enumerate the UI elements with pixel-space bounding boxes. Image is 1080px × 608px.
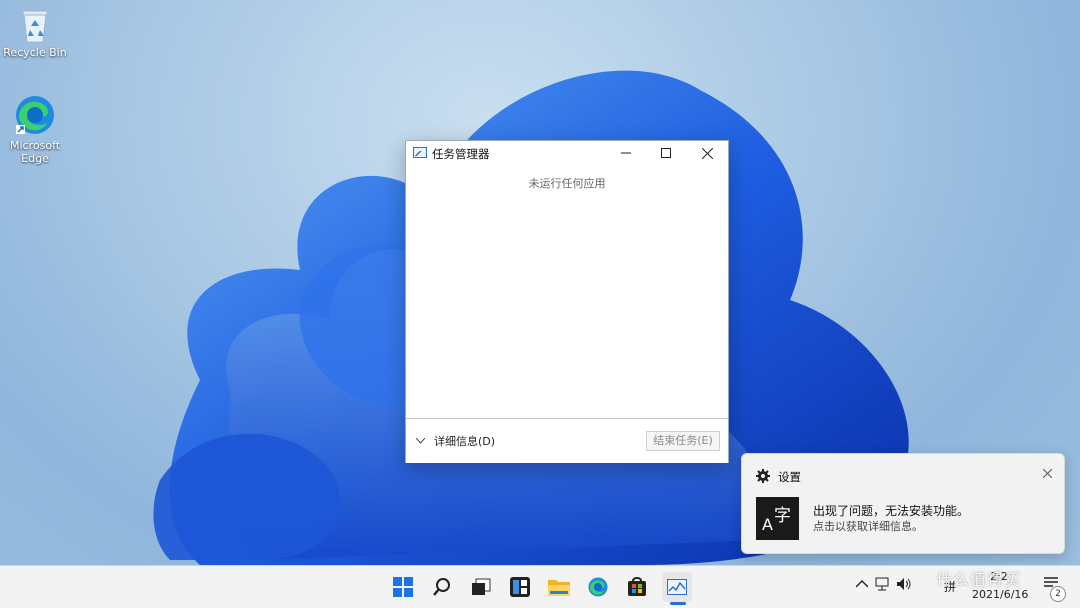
close-button[interactable] xyxy=(687,141,727,165)
window-title: 任务管理器 xyxy=(432,147,490,161)
details-label: 详细信息(D) xyxy=(434,435,496,448)
store-icon xyxy=(628,577,646,596)
taskbar: 拼 2:2 2021/6/16 xyxy=(0,565,1080,608)
file-explorer-icon xyxy=(548,580,570,596)
task-manager-taskbar-button[interactable] xyxy=(662,572,692,602)
widgets-icon xyxy=(510,577,530,597)
toast-close-button[interactable] xyxy=(1042,466,1053,482)
chevron-up-icon xyxy=(855,580,869,588)
notification-count-badge: 2 xyxy=(1050,586,1066,602)
desktop-icon-recycle-bin[interactable]: Recycle Bin xyxy=(0,8,70,59)
edge-button[interactable] xyxy=(583,572,613,602)
search-button[interactable] xyxy=(427,572,457,602)
close-icon xyxy=(701,147,713,159)
title-bar[interactable]: 任务管理器 xyxy=(406,141,728,165)
edge-icon xyxy=(588,577,608,597)
toast-app-name: 设置 xyxy=(778,470,801,484)
show-hidden-icons-button[interactable] xyxy=(855,578,869,591)
tile-glyph-a: A xyxy=(762,515,773,534)
search-icon xyxy=(433,578,450,596)
volume-icon xyxy=(897,578,911,590)
network-button[interactable] xyxy=(875,577,891,594)
task-manager-icon xyxy=(667,579,687,595)
tile-glyph-zi: 字 xyxy=(774,506,791,526)
recycle-bin-icon xyxy=(20,8,50,44)
toast-body: 点击以获取详细信息。 xyxy=(813,520,923,533)
end-task-button[interactable]: 结束任务(E) xyxy=(646,431,720,451)
desktop-icon-label: Recycle Bin xyxy=(3,46,67,59)
desktop-icon-label: Microsoft Edge xyxy=(10,139,61,165)
active-app-indicator xyxy=(670,602,686,605)
notification-toast[interactable]: 设置 A 字 出现了问题，无法安装功能。 点击以获取详细信息。 xyxy=(741,453,1065,554)
widgets-button[interactable] xyxy=(505,572,535,602)
watermark-text: 什么值得买 xyxy=(936,570,1022,589)
desktop-icon-edge[interactable]: Microsoft Edge xyxy=(0,93,70,165)
task-view-icon xyxy=(472,578,491,595)
language-feature-icon: A 字 xyxy=(756,497,799,540)
start-button[interactable] xyxy=(388,572,418,602)
task-manager-icon xyxy=(413,147,427,158)
task-view-button[interactable] xyxy=(466,572,496,602)
no-apps-message: 未运行任何应用 xyxy=(528,177,606,190)
close-icon xyxy=(1042,468,1053,479)
store-button[interactable] xyxy=(622,572,652,602)
maximize-icon xyxy=(661,148,671,158)
minimize-icon xyxy=(621,152,631,154)
file-explorer-button[interactable] xyxy=(544,572,574,602)
volume-button[interactable] xyxy=(896,577,912,594)
maximize-button[interactable] xyxy=(646,141,686,165)
task-manager-footer: 详细信息(D) 结束任务(E) xyxy=(406,418,728,463)
minimize-button[interactable] xyxy=(606,141,646,165)
settings-gear-icon xyxy=(756,469,770,483)
start-icon xyxy=(393,577,413,597)
edge-icon xyxy=(13,93,57,137)
task-manager-window[interactable]: 任务管理器 未运行任何应用 详细信息(D) 结束任务(E) xyxy=(405,140,729,463)
network-icon xyxy=(875,577,889,591)
toast-title: 出现了问题，无法安装功能。 xyxy=(813,504,970,518)
chevron-down-icon xyxy=(416,438,425,444)
details-toggle[interactable]: 详细信息(D) xyxy=(416,433,495,449)
